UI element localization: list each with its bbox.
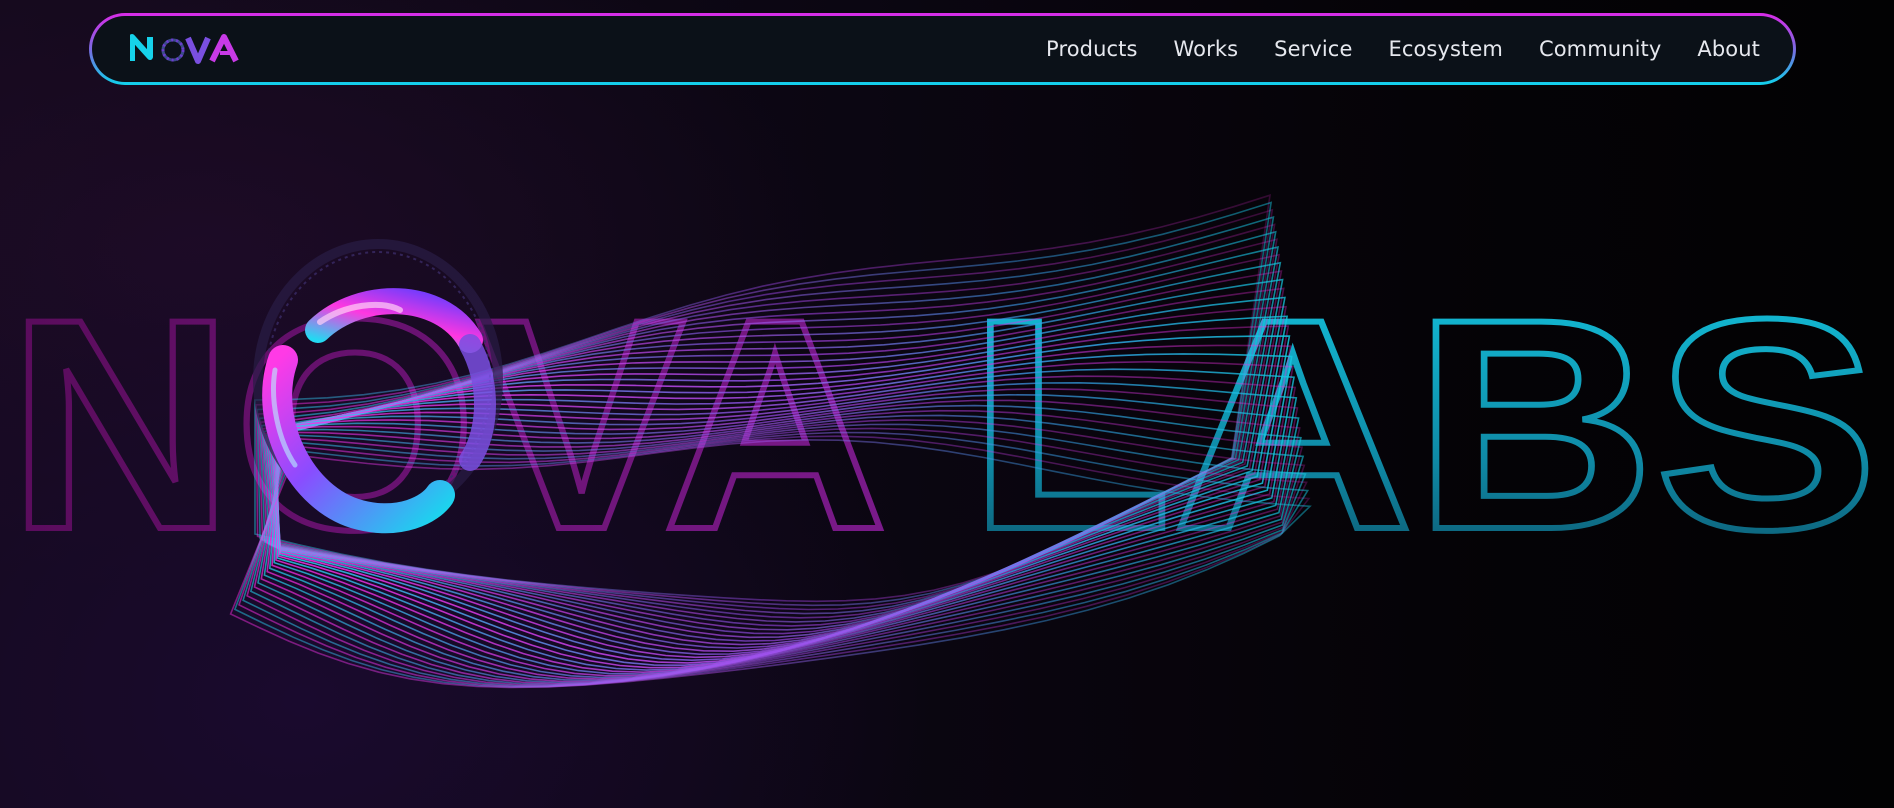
- nav-link-works[interactable]: Works: [1174, 37, 1239, 61]
- navbar-inner: Products Works Service Ecosystem Communi…: [92, 16, 1793, 82]
- nav-links: Products Works Service Ecosystem Communi…: [1046, 16, 1760, 82]
- hero-artwork: NOVA LABS: [5, 194, 1881, 689]
- nav-link-service[interactable]: Service: [1274, 37, 1352, 61]
- hero-page: NOVA LABS Products Works Service Ecosyst…: [0, 0, 1894, 808]
- nova-logo[interactable]: [130, 33, 240, 65]
- navbar: Products Works Service Ecosystem Communi…: [89, 13, 1796, 85]
- hero-title-labs: LABS: [968, 256, 1878, 592]
- nav-link-about[interactable]: About: [1697, 37, 1760, 61]
- nav-link-products[interactable]: Products: [1046, 37, 1137, 61]
- nav-link-ecosystem[interactable]: Ecosystem: [1388, 37, 1502, 61]
- nav-link-community[interactable]: Community: [1539, 37, 1661, 61]
